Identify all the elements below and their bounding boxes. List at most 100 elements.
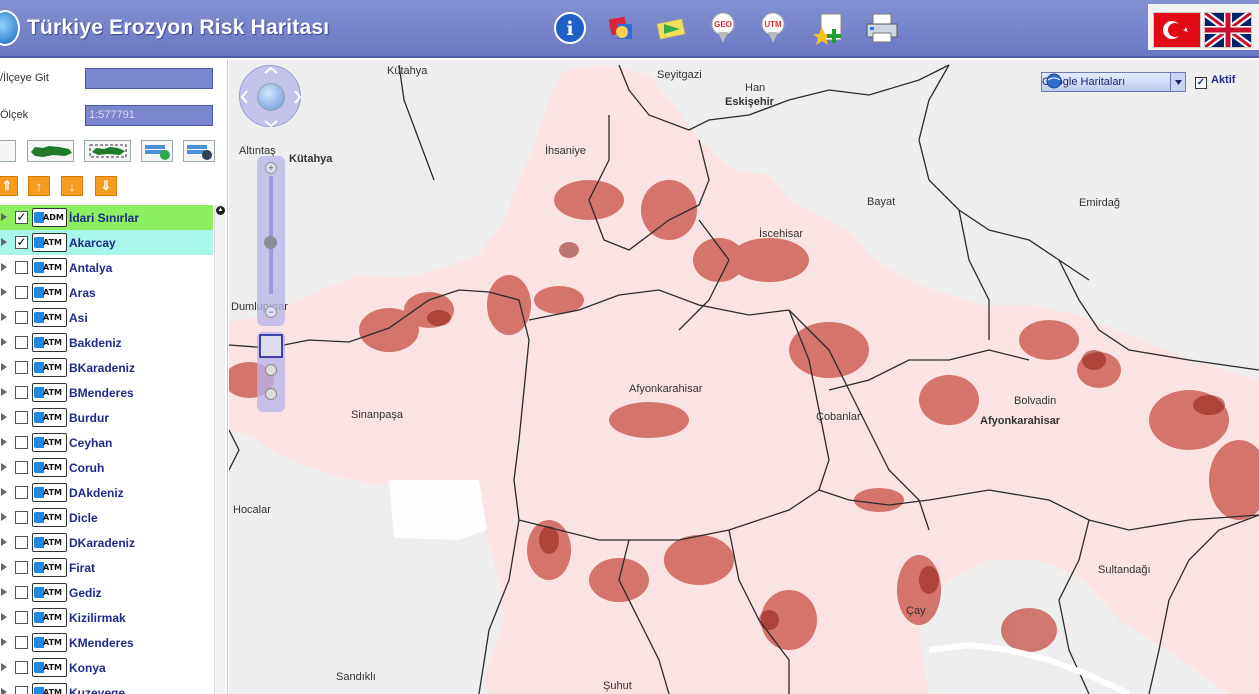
layer-item[interactable]: ATM Kizilirmak: [0, 605, 213, 630]
goto-input[interactable]: [85, 68, 213, 89]
active-toggle[interactable]: ✓ Aktif: [1195, 74, 1235, 89]
select-area-button[interactable]: [0, 140, 16, 162]
scale-input[interactable]: 1:577791: [85, 105, 213, 126]
expand-icon[interactable]: [1, 413, 7, 421]
zoom-slider[interactable]: + −: [257, 156, 285, 326]
zoom-extent-button[interactable]: [84, 140, 131, 162]
hide-layers-button[interactable]: [183, 140, 215, 162]
layer-item[interactable]: ATM Konya: [0, 655, 213, 680]
layer-checkbox[interactable]: [15, 661, 28, 674]
layer-checkbox[interactable]: [15, 361, 28, 374]
layer-item[interactable]: ATM Firat: [0, 555, 213, 580]
layer-item[interactable]: ATM Antalya: [0, 255, 213, 280]
layer-checkbox[interactable]: [15, 611, 28, 624]
expand-icon[interactable]: [1, 313, 7, 321]
layers-icon[interactable]: [604, 10, 638, 46]
layer-item[interactable]: ATM Bakdeniz: [0, 330, 213, 355]
export-icon[interactable]: [655, 10, 689, 46]
layer-checkbox[interactable]: [15, 336, 28, 349]
layer-checkbox[interactable]: [15, 411, 28, 424]
expand-icon[interactable]: [1, 588, 7, 596]
move-top-button[interactable]: ⇑: [0, 176, 18, 196]
expand-icon[interactable]: [1, 213, 7, 221]
print-icon[interactable]: [864, 10, 898, 46]
expand-icon[interactable]: [1, 463, 7, 471]
expand-icon[interactable]: [1, 563, 7, 571]
layer-item[interactable]: ATM Burdur: [0, 405, 213, 430]
layer-checkbox[interactable]: [15, 586, 28, 599]
basemap-selector[interactable]: Google Haritaları: [1041, 72, 1186, 92]
expand-icon[interactable]: [1, 288, 7, 296]
layer-checkbox[interactable]: [15, 561, 28, 574]
layer-checkbox[interactable]: [15, 536, 28, 549]
utm-icon[interactable]: UTM: [756, 10, 790, 46]
layer-checkbox[interactable]: ✓: [15, 236, 28, 249]
expand-icon[interactable]: [1, 513, 7, 521]
expand-icon[interactable]: [1, 263, 7, 271]
svg-text:GEO: GEO: [714, 20, 732, 29]
layer-item[interactable]: ATM Coruh: [0, 455, 213, 480]
uk-flag-icon[interactable]: [1202, 10, 1254, 50]
map-view[interactable]: Kütahya Seyitgazi Han Eskişehir Altıntaş…: [229, 60, 1259, 694]
expand-icon[interactable]: [1, 363, 7, 371]
layer-item[interactable]: ATM DKaradeniz: [0, 530, 213, 555]
layer-checkbox[interactable]: [15, 686, 28, 694]
layer-checkbox[interactable]: [15, 511, 28, 524]
layer-checkbox[interactable]: [15, 311, 28, 324]
layer-item[interactable]: ATM Kuzeyege: [0, 680, 213, 694]
globe-icon[interactable]: [257, 83, 285, 111]
move-down-button[interactable]: ↓: [61, 176, 83, 196]
layer-item[interactable]: ATM BMenderes: [0, 380, 213, 405]
layer-item[interactable]: ATM Gediz: [0, 580, 213, 605]
layer-item[interactable]: ATM KMenderes: [0, 630, 213, 655]
layer-item[interactable]: ✓ ATM Akarcay: [0, 230, 213, 255]
zoom-in-icon[interactable]: +: [265, 162, 277, 174]
geo-icon[interactable]: GEO: [706, 10, 740, 46]
expand-icon[interactable]: [1, 638, 7, 646]
layer-checkbox[interactable]: [15, 386, 28, 399]
layer-checkbox[interactable]: [15, 286, 28, 299]
erosion-risk-map: [229, 64, 1259, 694]
turkey-extent-button[interactable]: [27, 140, 74, 162]
expand-icon[interactable]: [1, 613, 7, 621]
zoom-handle[interactable]: [264, 236, 277, 249]
layer-label: Antalya: [69, 261, 113, 275]
turkey-flag-icon[interactable]: [1153, 12, 1201, 48]
info-icon[interactable]: i: [553, 10, 587, 46]
expand-icon[interactable]: [1, 238, 7, 246]
add-favorite-icon[interactable]: [813, 10, 847, 46]
pan-control[interactable]: [239, 65, 302, 128]
layer-checkbox[interactable]: [15, 636, 28, 649]
zoom-box-icon[interactable]: [265, 364, 277, 376]
active-checkbox[interactable]: ✓: [1195, 77, 1207, 89]
measure-icon[interactable]: [265, 388, 277, 400]
move-up-button[interactable]: ↑: [28, 176, 50, 196]
layer-checkbox[interactable]: [15, 486, 28, 499]
expand-icon[interactable]: [1, 688, 7, 694]
layer-item[interactable]: ATM DAkdeniz: [0, 480, 213, 505]
pan-hand-icon[interactable]: [259, 334, 283, 358]
layer-checkbox[interactable]: ✓: [15, 211, 28, 224]
layer-item[interactable]: ATM BKaradeniz: [0, 355, 213, 380]
layer-item[interactable]: ATM Aras: [0, 280, 213, 305]
layer-checkbox[interactable]: [15, 436, 28, 449]
expand-icon[interactable]: [1, 538, 7, 546]
layer-checkbox[interactable]: [15, 261, 28, 274]
expand-icon[interactable]: [1, 438, 7, 446]
expand-icon[interactable]: [1, 488, 7, 496]
show-layers-button[interactable]: [141, 140, 173, 162]
layer-item[interactable]: ATM Dicle: [0, 505, 213, 530]
layer-label: Kizilirmak: [69, 611, 126, 625]
layer-scrollbar[interactable]: ▲: [214, 205, 225, 694]
chevron-down-icon[interactable]: [1170, 73, 1185, 91]
layer-item[interactable]: ATM Asi: [0, 305, 213, 330]
expand-icon[interactable]: [1, 663, 7, 671]
move-bottom-button[interactable]: ⇓: [95, 176, 117, 196]
expand-icon[interactable]: [1, 338, 7, 346]
zoom-out-icon[interactable]: −: [265, 306, 277, 318]
layer-item[interactable]: ATM Ceyhan: [0, 430, 213, 455]
layer-item[interactable]: ✓ ADM İdari Sınırlar: [0, 205, 213, 230]
scroll-up-icon[interactable]: ▲: [216, 206, 225, 215]
layer-checkbox[interactable]: [15, 461, 28, 474]
expand-icon[interactable]: [1, 388, 7, 396]
